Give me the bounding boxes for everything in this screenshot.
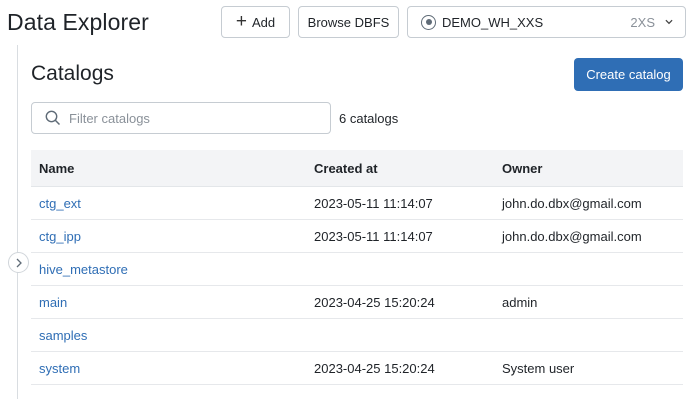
column-header-owner[interactable]: Owner [494,161,542,176]
owner-cell: admin [502,294,538,310]
search-icon [45,110,61,126]
chevron-down-icon [665,18,673,26]
browse-dbfs-button[interactable]: Browse DBFS [298,6,399,38]
sidebar-toggle-button[interactable] [8,252,29,273]
table-row: samples [31,319,683,352]
warehouse-selector[interactable]: DEMO_WH_XXS 2XS [407,6,686,38]
warehouse-name: DEMO_WH_XXS [442,14,544,30]
plus-icon: + [235,10,247,32]
created-at-cell: 2023-05-11 11:14:07 [314,195,433,211]
warehouse-status-icon [421,14,436,30]
browse-dbfs-label: Browse DBFS [307,14,390,30]
page-title: Catalogs [31,62,114,85]
sidebar-divider [17,45,18,399]
owner-cell: john.do.dbx@gmail.com [502,195,642,211]
catalog-count: 6 catalogs [339,111,399,126]
created-at-cell: 2023-04-25 15:20:24 [314,294,435,310]
table-row: main 2023-04-25 15:20:24 admin [31,286,683,319]
warehouse-size: 2XS [630,14,655,30]
chevron-right-icon [16,258,22,267]
catalogs-table: Name Created at Owner ctg_ext 2023-05-11… [31,150,683,385]
filter-catalogs-field[interactable] [31,102,331,134]
catalog-link[interactable]: samples [39,328,87,343]
catalog-link[interactable]: main [39,295,67,310]
table-row: hive_metastore [31,253,683,286]
add-button-label: Add [251,14,276,30]
app-title: Data Explorer [7,9,149,35]
table-header: Name Created at Owner [31,150,683,187]
table-row: system 2023-04-25 15:20:24 System user [31,352,683,385]
owner-cell: john.do.dbx@gmail.com [502,228,642,244]
filter-catalogs-input[interactable] [69,110,309,126]
created-at-cell: 2023-04-25 15:20:24 [314,360,435,376]
catalog-link[interactable]: ctg_ipp [39,229,81,244]
catalog-link[interactable]: system [39,361,80,376]
created-at-cell: 2023-05-11 11:14:07 [314,228,433,244]
owner-cell: System user [502,360,575,376]
column-header-created-at[interactable]: Created at [306,161,494,176]
column-header-name[interactable]: Name [31,161,306,176]
table-row: ctg_ipp 2023-05-11 11:14:07 john.do.dbx@… [31,220,683,253]
catalog-link[interactable]: hive_metastore [39,262,128,277]
table-row: ctg_ext 2023-05-11 11:14:07 john.do.dbx@… [31,187,683,220]
catalog-link[interactable]: ctg_ext [39,196,81,211]
create-catalog-button[interactable]: Create catalog [574,58,683,91]
add-button[interactable]: + Add [221,6,290,38]
